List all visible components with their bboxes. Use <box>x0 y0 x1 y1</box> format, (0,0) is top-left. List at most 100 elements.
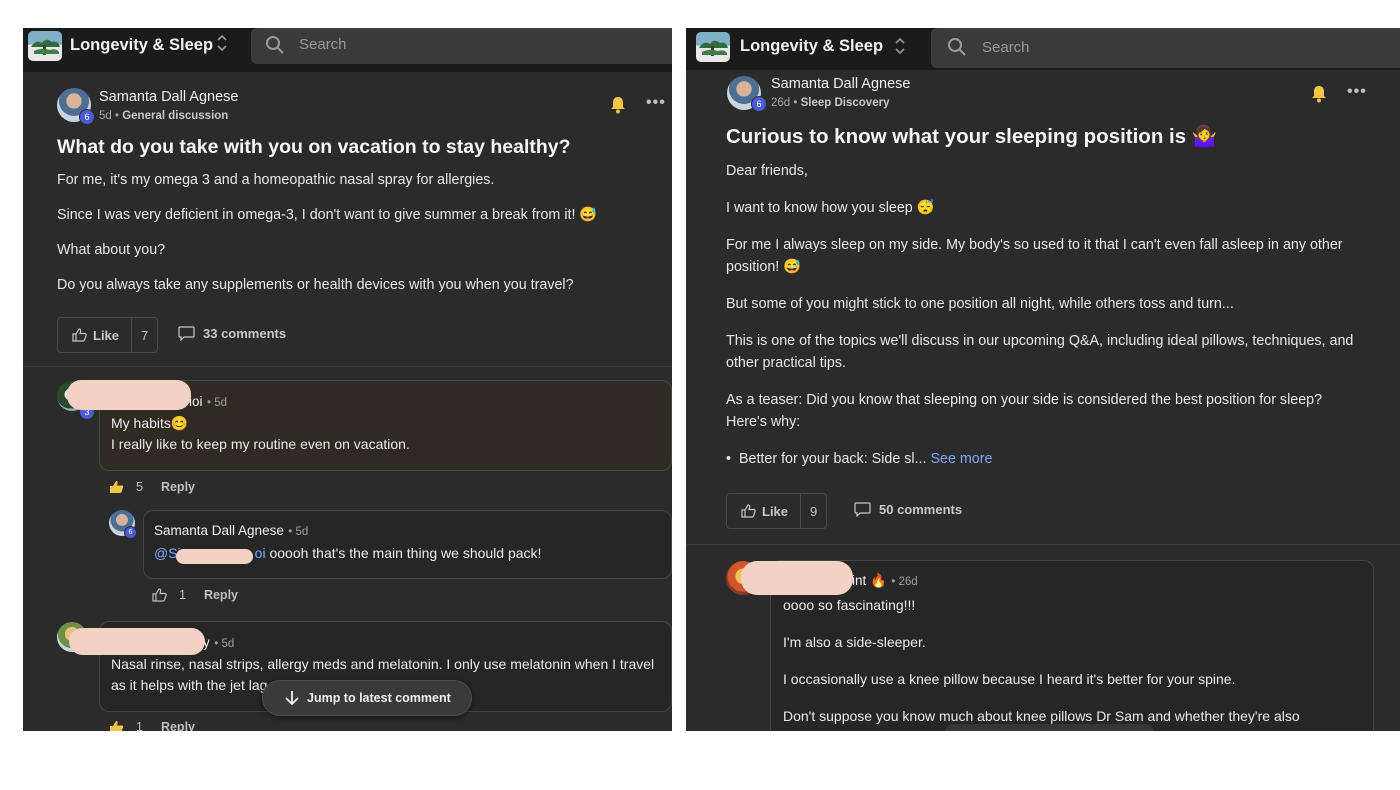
mention-link-end[interactable]: oi <box>255 545 266 561</box>
level-badge: 6 <box>79 109 95 125</box>
right-post-panel: Longevity & Sleep Search 6 Samanta Dall … <box>686 28 1400 731</box>
jump-to-latest-button[interactable] <box>944 724 1154 731</box>
comment-header: int 🔥 • 26d <box>852 573 918 588</box>
comment-like-count: 5 <box>136 480 143 494</box>
like-count: 7 <box>141 327 149 343</box>
bullet-text: Better for your back: Side sl... <box>738 451 927 467</box>
comment-actions: 1 Reply <box>109 720 195 731</box>
reply-text-body: ooooh that's the main thing we should pa… <box>265 545 542 561</box>
post-paragraph: Dear friends, <box>726 163 808 179</box>
comment-icon <box>854 502 871 517</box>
reply-button[interactable]: Reply <box>204 588 238 602</box>
top-bar: Longevity & Sleep Search <box>23 28 672 72</box>
comment-icon <box>178 326 195 341</box>
author-name[interactable]: Samanta Dall Agnese <box>771 76 910 92</box>
thumbs-up-icon[interactable] <box>152 588 167 602</box>
reply-button[interactable]: Reply <box>161 480 195 494</box>
divider <box>23 366 672 367</box>
commenter-name[interactable]: int 🔥 <box>852 573 887 588</box>
more-options-icon[interactable]: ••• <box>1347 83 1367 101</box>
like-label: Like <box>93 327 120 343</box>
post-meta: 26d • Sleep Discovery <box>771 97 890 109</box>
search-icon <box>948 38 966 56</box>
search-icon <box>266 36 284 54</box>
like-label: Like <box>762 503 789 519</box>
comments-button[interactable]: 50 comments <box>854 502 962 517</box>
left-post-panel: Longevity & Sleep Search 6 Samanta Dall … <box>23 28 672 731</box>
like-count: 9 <box>810 503 818 519</box>
comment-text: I occasionally use a knee pillow because… <box>783 671 1236 687</box>
reply-time: 5d <box>295 526 309 538</box>
search-input[interactable]: Search <box>299 36 347 53</box>
redacted-name <box>741 561 853 595</box>
search-input[interactable]: Search <box>982 39 1030 56</box>
thumbs-up-filled-icon[interactable] <box>109 720 124 731</box>
divider <box>686 544 1400 545</box>
see-more-link[interactable]: See more <box>930 451 992 467</box>
redacted-name <box>69 628 205 655</box>
author-name[interactable]: Samanta Dall Agnese <box>99 89 238 105</box>
post-time: 5d <box>99 110 112 122</box>
community-logo[interactable] <box>28 31 62 61</box>
comment-time: 26d <box>898 576 918 588</box>
comment-text: oooo so fascinating!!! <box>783 597 916 613</box>
comment-text: Nasal rinse, nasal strips, allergy meds … <box>111 656 655 672</box>
level-badge: 6 <box>124 526 137 539</box>
comment-time: 5d <box>221 638 235 650</box>
redacted-name <box>176 549 253 564</box>
more-options-icon[interactable]: ••• <box>646 94 666 112</box>
commenter-name[interactable]: ioi <box>189 394 203 409</box>
jump-to-latest-button[interactable]: Jump to latest comment <box>262 680 472 716</box>
comment-header: y • 5d <box>203 635 235 650</box>
post-paragraph: As a teaser: Did you know that sleeping … <box>726 392 1323 430</box>
comments-button[interactable]: 33 comments <box>178 326 286 341</box>
comment-header: ioi • 5d <box>189 394 227 409</box>
comment-actions: 5 Reply <box>109 480 195 494</box>
thumbs-up-filled-icon[interactable] <box>109 480 124 494</box>
post-paragraph: For me I always sleep on my side. My bod… <box>726 237 1343 275</box>
switch-community-icon[interactable] <box>216 33 228 58</box>
top-bar: Longevity & Sleep Search <box>686 28 1400 70</box>
comments-count: 33 comments <box>203 326 287 341</box>
post-time: 26d <box>771 97 791 109</box>
comment-time: 5d <box>214 397 227 409</box>
community-name[interactable]: Longevity & Sleep <box>740 37 883 56</box>
post-bullet: • Better for your back: Side sl... See m… <box>726 451 993 467</box>
community-logo[interactable] <box>696 32 730 62</box>
comment-text: as it helps with the jet lag <box>111 677 268 693</box>
switch-community-icon[interactable] <box>894 36 906 61</box>
post-paragraph: This is one of the topics we'll discuss … <box>726 333 1354 371</box>
arrow-down-icon <box>285 691 299 706</box>
community-name[interactable]: Longevity & Sleep <box>70 36 213 55</box>
redacted-name <box>67 380 191 410</box>
like-button[interactable]: Like 7 <box>57 317 159 353</box>
reply-author[interactable]: Samanta Dall Agnese <box>154 523 284 538</box>
bell-icon[interactable] <box>1311 85 1327 107</box>
like-button[interactable]: Like 9 <box>726 493 828 529</box>
post-paragraph: For me, it's my omega 3 and a homeopathi… <box>57 172 495 188</box>
comment-text: I'm also a side-sleeper. <box>783 634 926 650</box>
post-title: What do you take with you on vacation to… <box>57 136 571 158</box>
thumbs-up-icon <box>741 504 756 518</box>
bell-icon[interactable] <box>610 96 626 118</box>
jump-label: Jump to latest comment <box>307 691 451 705</box>
post-paragraph: Do you always take any supplements or he… <box>57 277 574 293</box>
search-box[interactable]: Search <box>931 28 1400 68</box>
post-paragraph: What about you? <box>57 242 166 258</box>
search-box[interactable]: Search <box>251 28 672 64</box>
comment-text: My habits😊 <box>111 415 189 431</box>
comment-text: I really like to keep my routine even on… <box>111 436 410 452</box>
post-meta: 5d • General discussion <box>99 110 229 122</box>
post-title: Curious to know what your sleeping posit… <box>726 125 1218 148</box>
reply-actions: 1 Reply <box>152 588 238 602</box>
reply-like-count: 1 <box>179 588 186 602</box>
post-paragraph: Since I was very deficient in omega-3, I… <box>57 207 598 223</box>
reply-header: Samanta Dall Agnese • 5d <box>154 523 309 538</box>
post-category[interactable]: Sleep Discovery <box>801 97 890 109</box>
reply-button[interactable]: Reply <box>161 720 195 731</box>
comment-like-count: 1 <box>136 720 143 731</box>
level-badge: 6 <box>751 96 767 112</box>
post-paragraph: I want to know how you sleep 😴 <box>726 200 935 216</box>
post-paragraph: But some of you might stick to one posit… <box>726 296 1234 312</box>
post-category[interactable]: General discussion <box>122 110 228 122</box>
